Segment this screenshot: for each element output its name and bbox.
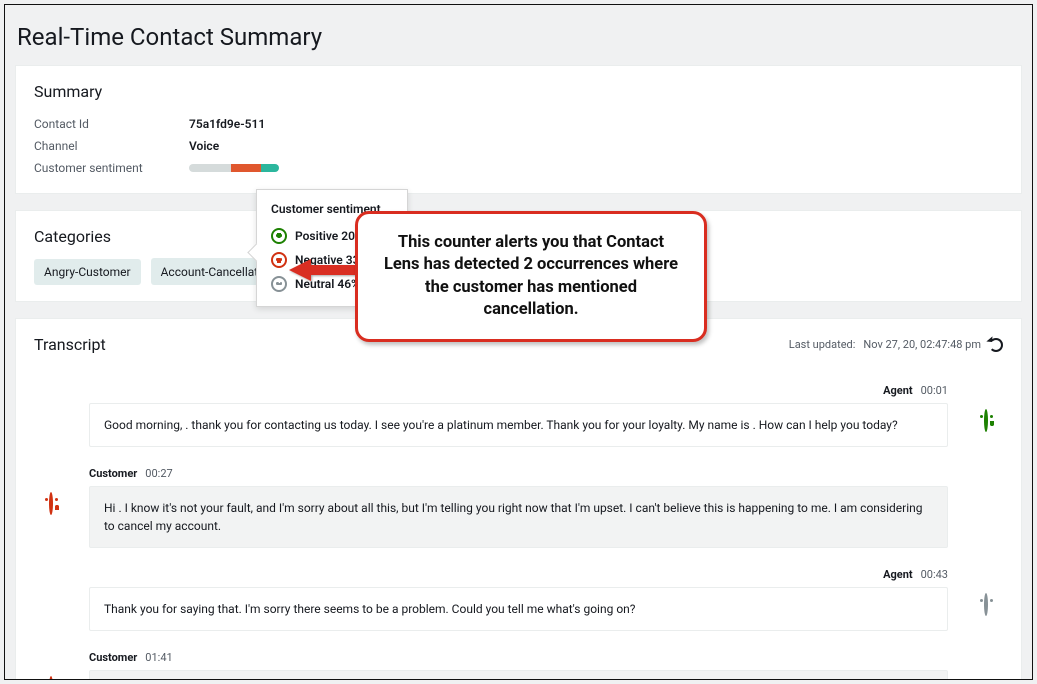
contact-id-value: 75a1fd9e-511 — [189, 113, 265, 135]
turn-time: 00:01 — [921, 384, 948, 397]
summary-panel: Summary Contact Id 75a1fd9e-511 Channel … — [15, 65, 1022, 194]
last-updated-value: Nov 27, 20, 02:47:48 pm — [863, 338, 981, 351]
channel-label: Channel — [34, 135, 189, 157]
transcript-body: Agent 00:01 Good morning, . thank you for… — [34, 384, 1003, 680]
transcript-turn: Hi . I know it's not your fault, and I'm… — [89, 486, 948, 548]
popover-positive-label: Positive 20% — [295, 224, 364, 248]
speaker-label: Customer — [89, 651, 137, 664]
sentiment-bar-positive — [261, 164, 279, 172]
turn-time: 01:41 — [145, 651, 172, 664]
turn-text: Good morning, . thank you for contacting… — [89, 403, 948, 447]
sentiment-bar-neutral — [189, 164, 231, 172]
transcript-last-updated: Last updated: Nov 27, 20, 02:47:48 pm — [789, 338, 1003, 352]
transcript-turn: OK. So it's Friday and I need to get to … — [89, 670, 948, 680]
chip-label: Angry-Customer — [44, 265, 131, 279]
channel-value: Voice — [189, 135, 219, 157]
transcript-turn: Thank you for saying that. I'm sorry the… — [89, 587, 948, 631]
sentiment-icon — [49, 678, 53, 680]
turn-time: 00:27 — [145, 467, 172, 480]
sentiment-icon — [984, 411, 988, 430]
speaker-label: Agent — [883, 384, 913, 397]
sentiment-bar-negative — [231, 164, 261, 172]
sentiment-icon — [49, 494, 53, 513]
page-title: Real-Time Contact Summary — [5, 5, 1032, 65]
last-updated-label: Last updated: — [789, 338, 856, 351]
sentiment-label: Customer sentiment — [34, 157, 189, 179]
frown-icon — [271, 252, 287, 268]
app-frame: Real-Time Contact Summary Summary Contac… — [4, 4, 1033, 680]
neutral-icon — [271, 276, 287, 292]
refresh-icon[interactable] — [989, 338, 1003, 352]
speaker-label: Agent — [883, 568, 913, 581]
turn-text: OK. So it's Friday and I need to get to … — [89, 670, 948, 680]
sentiment-bar[interactable] — [189, 164, 279, 172]
annotation-arrow — [289, 255, 359, 285]
transcript-title: Transcript — [34, 335, 106, 354]
speaker-label: Customer — [89, 467, 137, 480]
summary-title: Summary — [34, 82, 1003, 101]
annotation-callout: This counter alerts you that Contact Len… — [355, 211, 707, 342]
transcript-turn: Good morning, . thank you for contacting… — [89, 403, 948, 447]
contact-id-label: Contact Id — [34, 113, 189, 135]
smile-icon — [271, 228, 287, 244]
turn-text: Hi . I know it's not your fault, and I'm… — [89, 486, 948, 548]
turn-text: Thank you for saying that. I'm sorry the… — [89, 587, 948, 631]
category-chip-angry-customer[interactable]: Angry-Customer — [34, 259, 141, 285]
transcript-panel: Transcript Last updated: Nov 27, 20, 02:… — [15, 318, 1022, 680]
sentiment-icon — [984, 595, 988, 614]
turn-time: 00:43 — [921, 568, 948, 581]
annotation-text: This counter alerts you that Contact Len… — [380, 232, 682, 321]
